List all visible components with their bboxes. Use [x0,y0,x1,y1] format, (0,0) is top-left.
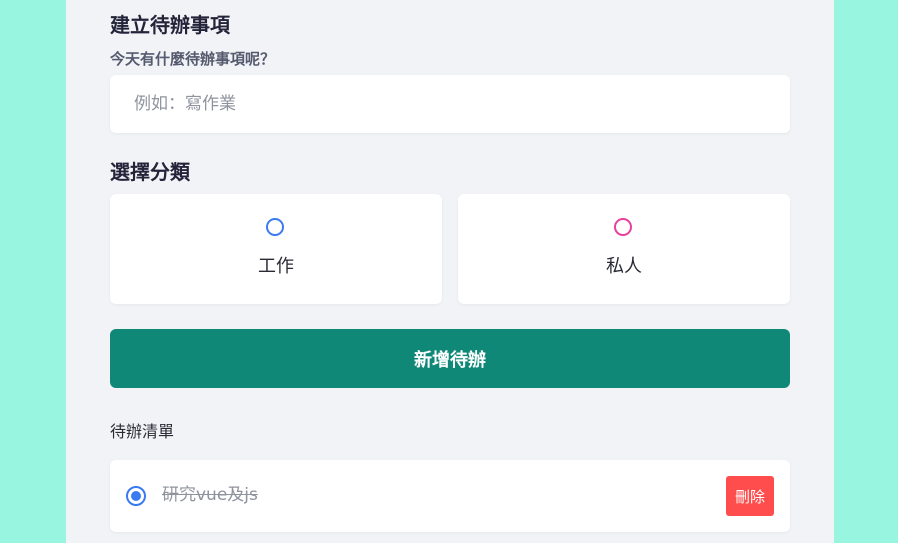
radio-circle-icon[interactable] [266,218,284,236]
category-title: 選擇分類 [110,160,190,184]
create-todo-title: 建立待辦事項 [110,13,230,37]
todo-panel: 建立待辦事項 今天有什麼待辦事項呢？ 選擇分類 工作 私人 新增待辦 待辦清單 … [66,0,834,543]
category-option-personal[interactable]: 私人 [458,194,790,304]
radio-dot-icon [131,491,141,501]
category-label-personal: 私人 [606,256,642,277]
todo-input[interactable] [110,75,790,133]
category-label-work: 工作 [258,256,294,277]
todo-item: 研究vue及js 刪除 [110,460,790,532]
category-option-work[interactable]: 工作 [110,194,442,304]
todo-item-text: 研究vue及js [162,485,258,505]
delete-button[interactable]: 刪除 [726,476,774,516]
completed-radio-icon[interactable] [126,486,146,506]
todo-list-heading: 待辦清單 [110,422,175,441]
todo-prompt-label: 今天有什麼待辦事項呢？ [110,50,276,68]
add-todo-button[interactable]: 新增待辦 [110,329,790,388]
radio-circle-icon[interactable] [614,218,632,236]
